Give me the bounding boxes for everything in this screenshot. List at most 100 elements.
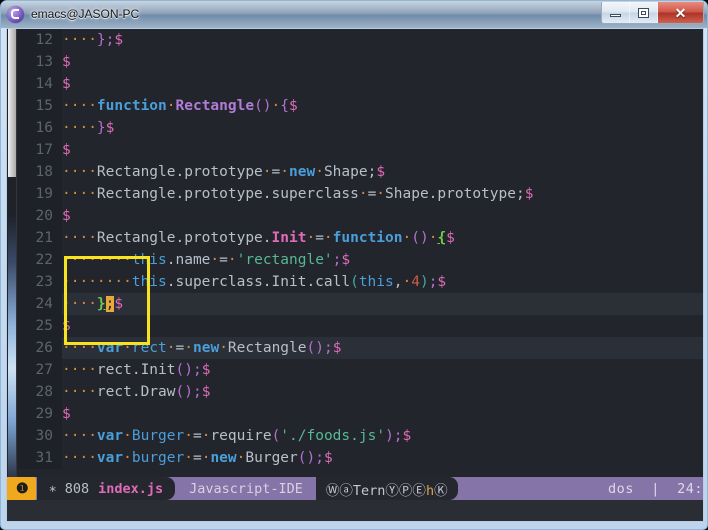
line-text: $ — [62, 54, 71, 70]
code-line[interactable]: 23 ········this.superclass.Init.call(this… — [18, 271, 703, 293]
mode-line-separator: | — [651, 480, 660, 497]
code-line[interactable]: 16 ····}$ — [18, 117, 703, 139]
minimize-button[interactable] — [602, 2, 630, 23]
code-line[interactable]: 21 ····Rectangle.prototype.Init·=·functio… — [18, 227, 703, 249]
code-token: () — [306, 340, 324, 356]
line-number: 29 — [18, 403, 62, 425]
code-token: · — [402, 230, 412, 246]
code-line[interactable]: 15 ····function·Rectangle()·{$ — [18, 95, 703, 117]
code-token: './foods.js' — [280, 428, 386, 444]
minor-modes-label: ⓌⓐTernⓎⓅⒺhⓀ — [326, 479, 448, 499]
line-number: 23 — [18, 271, 62, 293]
code-token: $ — [201, 362, 211, 378]
line-number: 31 — [18, 447, 62, 469]
code-token: ; — [192, 362, 202, 378]
code-token: · — [402, 274, 412, 290]
code-line[interactable]: 25 $ — [18, 315, 703, 337]
line-text: ········this.name·=·'rectangle';$ — [62, 252, 350, 268]
code-line[interactable]: 22 ········this.name·=·'rectangle';$ — [18, 249, 703, 271]
line-number: 13 — [18, 51, 62, 73]
window-title: emacs@JASON-PC — [31, 7, 140, 21]
code-token: · — [280, 164, 289, 180]
code-line[interactable]: 14 $ — [18, 73, 703, 95]
code-line[interactable]: 13 $ — [18, 51, 703, 73]
code-token: .superclass.Init.call — [166, 274, 351, 290]
emacs-client-area: 12 ····};$ 13 $14 $15 ····function·Rectangle(… — [6, 28, 704, 522]
code-line[interactable]: 30 ····var·Burger·=·require('./foods.js')… — [18, 425, 703, 447]
close-button[interactable]: ✕ — [658, 2, 703, 23]
code-line[interactable]: 18 ····Rectangle.prototype·=·new·Shape;$ — [18, 161, 703, 183]
eol-type: dos — [608, 480, 634, 497]
line-text: ····function·Rectangle()·{$ — [62, 98, 298, 114]
code-token: var — [96, 340, 124, 356]
code-line[interactable]: 20 $ — [18, 205, 703, 227]
line-text: ····var·rect·=·new·Rectangle();$ — [62, 340, 341, 356]
line-text: ····var·burger·=·new·Burger();$ — [62, 450, 333, 466]
code-line[interactable]: 12 ····};$ — [18, 29, 703, 51]
code-token: Burger — [245, 450, 298, 466]
code-token: · — [376, 186, 386, 202]
code-token: $ — [289, 98, 298, 114]
code-token: = — [367, 186, 377, 202]
code-token: ···· — [62, 340, 97, 356]
code-token: require — [210, 428, 272, 444]
code-line[interactable]: 24 ····};$ — [18, 293, 703, 315]
line-text: ····Rectangle.prototype.Init·=·function·… — [62, 230, 455, 246]
mode-line: ❶ ∗ 808 index.js Javascript-IDE ⓌⓐTernⓎⓅ… — [7, 477, 703, 500]
code-token: new — [210, 450, 237, 466]
echo-area[interactable] — [7, 500, 703, 521]
code-token: · — [166, 340, 176, 356]
code-token: · — [210, 252, 220, 268]
code-line[interactable]: 17 $ — [18, 139, 703, 161]
code-token: $ — [62, 76, 71, 92]
code-token: · — [184, 428, 193, 444]
major-mode-label[interactable]: Javascript-IDE — [175, 477, 316, 500]
restore-button[interactable] — [630, 2, 658, 23]
line-number: 25 — [18, 315, 62, 337]
code-token: $ — [62, 142, 71, 158]
window-number-badge: ❶ — [7, 477, 36, 500]
minor-modes-segment[interactable]: ⓌⓐTernⓎⓅⒺhⓀ — [315, 477, 458, 500]
scrollbar-thumb[interactable] — [8, 29, 16, 177]
line-text: ····};$ — [62, 32, 123, 48]
code-line[interactable]: 31 ····var·burger·=·new·Burger();$ — [18, 447, 703, 469]
code-token: ···· — [62, 186, 97, 202]
line-number: 22 — [18, 249, 62, 271]
buffer-filename[interactable]: index.js — [98, 481, 163, 497]
line-text: $ — [62, 76, 71, 92]
code-token: ···· — [62, 362, 97, 378]
code-line[interactable]: 19 ····Rectangle.prototype.superclass·=·S… — [18, 183, 703, 205]
code-token: ; — [393, 428, 403, 444]
code-token: ) — [385, 428, 394, 444]
buffer-info-segment[interactable]: ∗ 808 index.js — [36, 477, 176, 500]
line-number: 28 — [18, 381, 62, 403]
code-token: ···· — [62, 384, 97, 400]
code-line[interactable]: 26 ····var·rect·=·new·Rectangle();$ — [18, 337, 703, 359]
code-token: this — [131, 252, 167, 268]
vertical-scrollbar[interactable] — [7, 29, 17, 479]
code-line[interactable]: 29 $ — [18, 403, 703, 425]
title-bar[interactable]: emacs@JASON-PC ✕ — [1, 1, 707, 28]
code-token: new — [289, 164, 316, 180]
minimize-icon — [610, 14, 621, 17]
line-text: $ — [62, 208, 71, 224]
code-token: · — [358, 186, 368, 202]
code-line[interactable]: 27 ····rect.Init();$ — [18, 359, 703, 381]
buffer-size: 808 — [64, 480, 90, 497]
window-controls: ✕ — [601, 2, 704, 24]
code-token: { — [280, 98, 290, 114]
code-token: = — [271, 164, 281, 180]
code-token: · — [219, 340, 228, 356]
code-token: () — [297, 450, 316, 466]
application-window: emacs@JASON-PC ✕ 12 ····};$ 13 $14 $15 ····fu… — [0, 0, 708, 530]
scrollbar-track-lower[interactable] — [8, 215, 16, 479]
code-token: $ — [114, 32, 124, 48]
code-token: · — [315, 164, 324, 180]
code-token: var — [96, 428, 124, 444]
line-number: 19 — [18, 183, 62, 205]
code-token: 4 — [411, 274, 420, 290]
code-buffer[interactable]: 12 ····};$ 13 $14 $15 ····function·Rectangle(… — [18, 29, 703, 479]
code-line[interactable]: 28 ····rect.Draw();$ — [18, 381, 703, 403]
line-number: 21 — [18, 227, 62, 249]
code-token: · — [271, 98, 281, 114]
